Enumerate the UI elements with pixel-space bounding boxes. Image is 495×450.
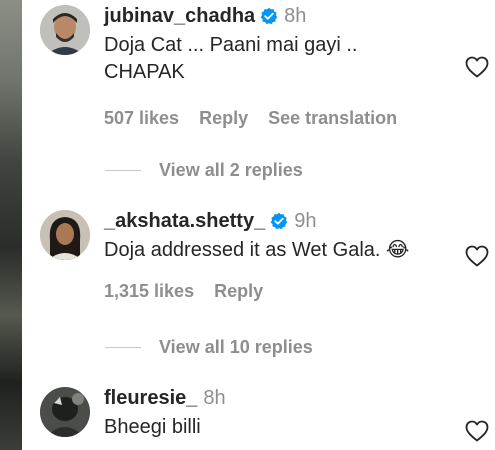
avatar-image-jubinav bbox=[40, 5, 90, 55]
comment-timestamp: 8h bbox=[203, 387, 226, 409]
comment-text-line: Doja addressed it as Wet Gala. 😂 bbox=[104, 239, 410, 261]
heart-outline-icon bbox=[465, 56, 489, 78]
comment-item: fleuresie_ 8h Bheegi billi bbox=[40, 382, 495, 450]
divider-line bbox=[105, 347, 141, 348]
comment-text: Doja addressed it as Wet Gala. 😂 bbox=[104, 237, 459, 264]
comment-username[interactable]: _akshata.shetty_ bbox=[104, 209, 265, 233]
verified-badge-icon bbox=[270, 212, 288, 230]
like-button[interactable] bbox=[465, 420, 489, 442]
divider-line bbox=[105, 170, 141, 171]
background-image-strip bbox=[0, 0, 22, 450]
heart-outline-icon bbox=[465, 245, 489, 267]
like-count[interactable]: 507 likes bbox=[104, 108, 179, 129]
comment-timestamp: 8h bbox=[284, 5, 307, 27]
avatar-image-akshata bbox=[40, 210, 90, 260]
avatar[interactable] bbox=[40, 387, 90, 437]
view-replies-label: View all 2 replies bbox=[159, 160, 303, 180]
avatar[interactable] bbox=[40, 210, 90, 260]
see-translation-link[interactable]: See translation bbox=[268, 108, 397, 129]
reply-button[interactable]: Reply bbox=[214, 281, 263, 302]
comment-text-line: Doja Cat ... Paani mai gayi .. bbox=[104, 34, 358, 56]
reply-button[interactable]: Reply bbox=[199, 108, 248, 129]
comment-text-line: Bheegi billi bbox=[104, 416, 201, 438]
like-button[interactable] bbox=[465, 56, 489, 78]
view-replies-button[interactable]: View all 10 replies bbox=[105, 337, 313, 358]
comment-text: Doja Cat ... Paani mai gayi .. CHAPAK bbox=[104, 32, 459, 86]
comment-timestamp: 9h bbox=[294, 210, 317, 232]
comment-text-line: CHAPAK bbox=[104, 61, 185, 83]
comment-text: Bheegi billi bbox=[104, 414, 459, 441]
heart-outline-icon bbox=[465, 420, 489, 442]
like-count[interactable]: 1,315 likes bbox=[104, 281, 194, 302]
comment-username[interactable]: fleuresie_ bbox=[104, 386, 197, 410]
view-replies-button[interactable]: View all 2 replies bbox=[105, 160, 303, 181]
verified-badge-icon bbox=[260, 7, 278, 25]
comment-username[interactable]: jubinav_chadha bbox=[104, 4, 255, 28]
avatar-image-fleuresie bbox=[40, 387, 90, 437]
comment-item: _akshata.shetty_ 9h Doja addressed it as… bbox=[40, 205, 495, 325]
avatar[interactable] bbox=[40, 5, 90, 55]
like-button[interactable] bbox=[465, 245, 489, 267]
view-replies-label: View all 10 replies bbox=[159, 337, 313, 357]
